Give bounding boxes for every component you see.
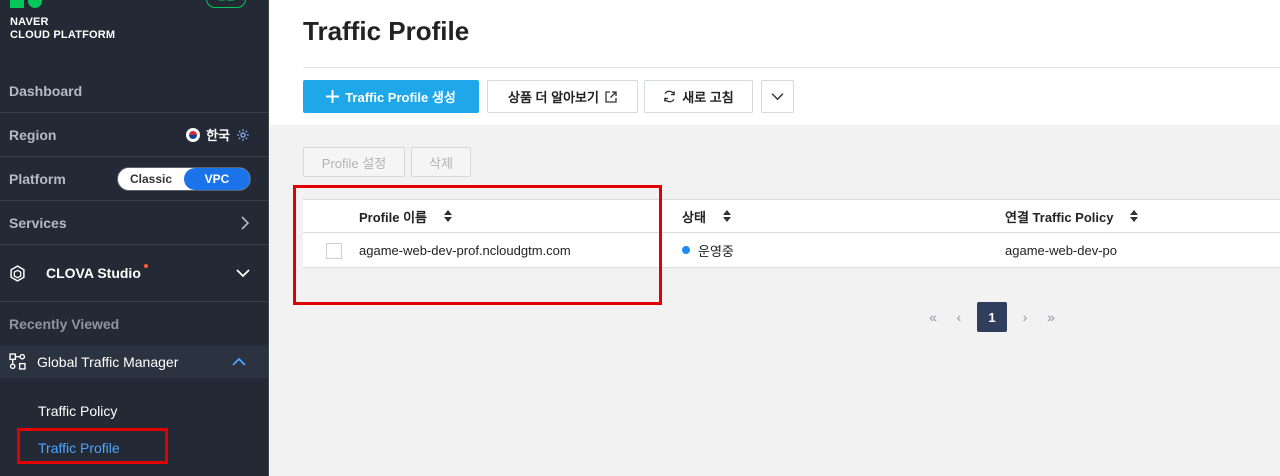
naver-logo-icon [10, 0, 50, 8]
language-badge[interactable]: 한글 [206, 0, 246, 8]
pagination: « ‹ 1 › » [925, 302, 1059, 332]
cell-status: 운영중 [682, 233, 734, 267]
chevron-up-icon [232, 357, 246, 366]
page-title: Traffic Profile [303, 16, 470, 46]
cell-linked-policy[interactable]: agame-web-dev-po [1005, 233, 1117, 267]
chevron-down-icon [771, 93, 784, 101]
sidebar-item-label: Global Traffic Manager [37, 353, 179, 370]
platform-label: Platform [9, 170, 66, 187]
status-label: 운영중 [698, 243, 734, 259]
column-header-linked-policy[interactable]: 연결 Traffic Policy [1005, 200, 1139, 232]
column-header-label: 연결 Traffic Policy [1005, 209, 1114, 225]
refresh-button[interactable]: 새로 고침 [644, 80, 753, 113]
chevron-down-icon [236, 269, 250, 278]
learn-more-button[interactable]: 상품 더 알아보기 [487, 80, 638, 113]
more-options-button[interactable] [761, 80, 794, 113]
content-area: Profile 설정 삭제 Profile 이름 상태 연결 Traffic P… [270, 125, 1280, 476]
sidebar-item-region: Region 한국 [0, 113, 268, 157]
sidebar-subitem-traffic-policy[interactable]: Traffic Policy [38, 403, 117, 419]
platform-classic-option[interactable]: Classic [118, 167, 184, 190]
external-link-icon [605, 90, 617, 103]
sidebar-item-label: Dashboard [9, 82, 83, 99]
sidebar-item-label: CLOVA Studio [46, 265, 141, 281]
platform-toggle[interactable]: Classic VPC [117, 166, 251, 191]
sidebar-item-platform: Platform Classic VPC [0, 157, 268, 201]
delete-button[interactable]: 삭제 [411, 147, 471, 177]
plus-icon [326, 90, 340, 103]
recently-viewed-heading: Recently Viewed [9, 316, 120, 332]
chevron-right-icon [241, 215, 250, 230]
next-page-icon[interactable]: › [1017, 309, 1033, 325]
brand-line-1: NAVER [10, 16, 49, 28]
profile-settings-button[interactable]: Profile 설정 [303, 147, 405, 177]
last-page-icon[interactable]: » [1043, 309, 1059, 325]
sidebar-item-services[interactable]: Services [0, 201, 268, 245]
highlight-box-table [293, 185, 662, 305]
sort-icon[interactable] [722, 210, 732, 222]
brand-name: NAVER CLOUD PLATFORM [10, 16, 115, 42]
refresh-label: 새로 고침 [682, 90, 734, 105]
create-button-label: Traffic Profile 생성 [345, 90, 456, 105]
region-label: Region [9, 126, 57, 143]
first-page-icon[interactable]: « [925, 309, 941, 325]
refresh-icon [664, 90, 676, 103]
sidebar: NAVER CLOUD PLATFORM 한글 Dashboard Region… [0, 0, 269, 476]
main-panel: Traffic Profile Traffic Profile 생성 상품 더 … [270, 0, 1280, 476]
sidebar-item-clova-studio[interactable]: CLOVA Studio [0, 245, 268, 302]
learn-more-label: 상품 더 알아보기 [508, 90, 599, 105]
highlight-box-sidebar [17, 428, 168, 464]
title-divider [303, 67, 1280, 68]
new-indicator-dot [143, 264, 148, 268]
clova-studio-icon [10, 264, 25, 282]
gear-icon[interactable] [236, 128, 250, 142]
page-number-current[interactable]: 1 [977, 302, 1007, 332]
brand-line-2: CLOUD PLATFORM [10, 29, 116, 41]
sort-icon[interactable] [1129, 210, 1139, 222]
status-dot-icon [682, 246, 690, 254]
sidebar-item-dashboard[interactable]: Dashboard [0, 69, 268, 113]
create-traffic-profile-button[interactable]: Traffic Profile 생성 [303, 80, 479, 113]
sidebar-item-label: Services [9, 214, 67, 231]
column-header-status[interactable]: 상태 [682, 200, 732, 232]
prev-page-icon[interactable]: ‹ [951, 309, 967, 325]
column-header-label: 상태 [682, 209, 706, 225]
korea-flag-icon [186, 127, 201, 142]
region-value[interactable]: 한국 [206, 125, 230, 144]
global-traffic-manager-icon [9, 353, 26, 370]
sidebar-item-global-traffic-manager[interactable]: Global Traffic Manager [0, 345, 268, 378]
platform-vpc-option[interactable]: VPC [184, 167, 250, 190]
